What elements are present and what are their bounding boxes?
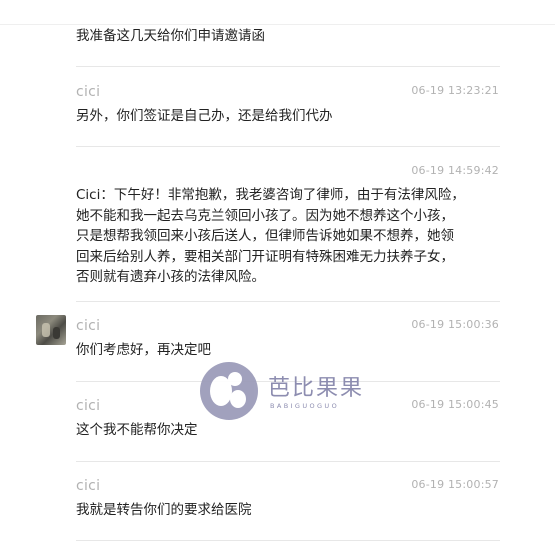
message-divider [76,66,500,67]
message-timestamp: 06-19 15:00:45 [411,398,499,411]
top-bar [0,0,555,25]
sender-name: cici [76,318,101,334]
chat-history-panel: 我准备这几天给你们申请邀请函 cici 06-19 13:23:21 另外，你们… [0,0,555,543]
message-divider [76,540,500,541]
message-timestamp: 06-19 15:00:36 [411,318,499,331]
message-timestamp: 06-19 15:00:57 [411,478,499,491]
message-divider [76,461,500,462]
message-text: 我准备这几天给你们申请邀请函 [76,28,265,44]
message-text: 这个我不能帮你决定 [76,422,198,438]
user-avatar[interactable] [36,315,66,345]
sender-name: cici [76,84,101,100]
watermark-title: 芭比果果 [268,376,365,401]
message-timestamp: 06-19 13:23:21 [411,84,499,97]
brand-logo-icon [200,362,258,420]
message-text: 你们考虑好，再决定吧 [76,342,211,358]
watermark-subtitle: BABIGUOGUO [270,402,340,410]
message-text: 我就是转告你们的要求给医院 [76,502,252,518]
message-text: 另外，你们签证是自己办，还是给我们代办 [76,108,333,124]
message-divider [76,146,500,147]
sender-name: cici [76,398,101,414]
sender-name: cici [76,478,101,494]
message-divider [76,301,500,302]
brand-watermark: 芭比果果 BABIGUOGUO [200,362,370,422]
message-timestamp: 06-19 14:59:42 [411,164,499,177]
message-text: Cici：下午好！非常抱歉，我老婆咨询了律师，由于有法律风险， 她不能和我一起去… [76,187,465,285]
